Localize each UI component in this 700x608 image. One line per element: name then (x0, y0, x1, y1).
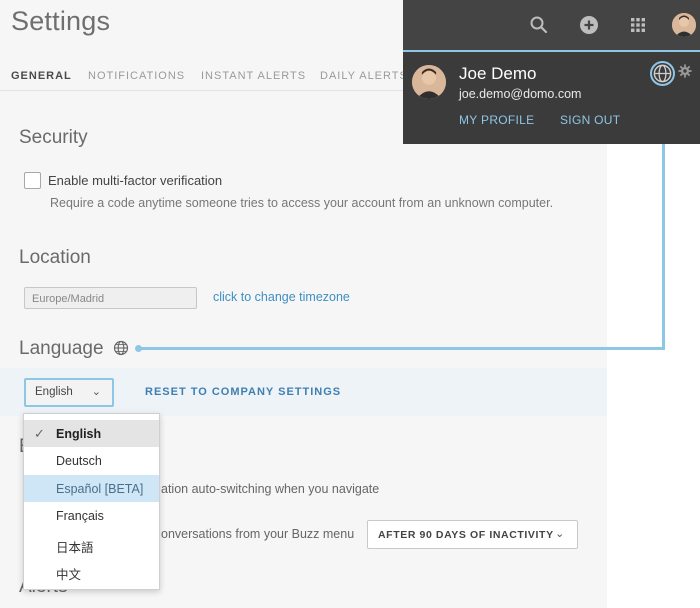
location-heading: Location (19, 247, 91, 268)
language-option-deutsch[interactable]: Deutsch (24, 447, 159, 474)
change-timezone-link[interactable]: click to change timezone (213, 290, 350, 304)
apps-grid-icon[interactable] (628, 15, 648, 35)
user-avatar-icon (672, 13, 696, 37)
my-profile-link[interactable]: MY PROFILE (459, 113, 534, 127)
language-select[interactable]: English ⌄ (24, 378, 114, 407)
profile-email: joe.demo@domo.com (459, 87, 582, 101)
language-option-chinese[interactable]: 中文 (24, 557, 159, 584)
language-option-francais[interactable]: Français (24, 502, 159, 529)
page-title: Settings (11, 6, 111, 36)
inactivity-select[interactable]: AFTER 90 DAYS OF INACTIVITY ⌄ (367, 520, 578, 549)
inactivity-value: AFTER 90 DAYS OF INACTIVITY (378, 529, 554, 541)
language-dropdown-menu: ✓ English Deutsch Español [BETA] Françai… (23, 413, 160, 590)
language-option-label: Deutsch (56, 454, 102, 468)
chevron-down-icon: ⌄ (555, 528, 565, 540)
conversations-text: onversations from your Buzz menu (161, 527, 355, 541)
language-option-japanese[interactable]: 日本語 (24, 530, 159, 557)
tab-general[interactable]: GENERAL (11, 70, 72, 82)
mfa-checkbox[interactable] (24, 172, 41, 189)
language-selected-value: English (35, 386, 73, 398)
language-option-label: 中文 (56, 568, 82, 582)
security-heading: Security (19, 127, 88, 148)
chevron-down-icon: ⌄ (91, 386, 101, 398)
language-option-label: Français (56, 509, 104, 523)
language-heading: Language (19, 338, 104, 359)
mfa-help-text: Require a code anytime someone tries to … (50, 196, 554, 210)
autoswitch-text: ation auto-switching when you navigate (161, 482, 380, 496)
profile-avatar (412, 65, 446, 99)
reset-to-company-settings-link[interactable]: RESET TO COMPANY SETTINGS (145, 386, 341, 398)
checkmark-icon: ✓ (34, 426, 45, 441)
language-option-label: Español [BETA] (56, 482, 144, 496)
mfa-label: Enable multi-factor verification (48, 173, 223, 188)
sign-out-link[interactable]: SIGN OUT (560, 113, 620, 127)
search-icon[interactable] (529, 15, 549, 35)
language-option-label: 日本語 (56, 541, 94, 555)
profile-dropdown: Joe Demo joe.demo@domo.com MY PROFILE SI… (403, 50, 700, 144)
plus-icon[interactable] (579, 15, 599, 35)
avatar[interactable] (672, 13, 696, 37)
timezone-field: Europe/Madrid (24, 287, 197, 309)
gear-icon[interactable] (678, 64, 692, 78)
globe-icon (653, 64, 672, 83)
tab-instant-alerts[interactable]: INSTANT ALERTS (201, 70, 306, 82)
callout-connector-dot (135, 345, 142, 352)
callout-connector-horizontal (137, 347, 664, 350)
user-avatar-icon (412, 65, 446, 99)
language-option-english[interactable]: ✓ English (24, 420, 159, 447)
language-option-espanol[interactable]: Español [BETA] (24, 475, 159, 502)
globe-icon (113, 340, 129, 356)
language-option-label: English (56, 427, 102, 441)
top-nav-bar (403, 0, 700, 50)
tab-daily-alerts[interactable]: DAILY ALERTS (320, 70, 408, 82)
tab-notifications[interactable]: NOTIFICATIONS (88, 70, 185, 82)
profile-name: Joe Demo (459, 64, 537, 83)
language-globe-button[interactable] (650, 61, 675, 86)
